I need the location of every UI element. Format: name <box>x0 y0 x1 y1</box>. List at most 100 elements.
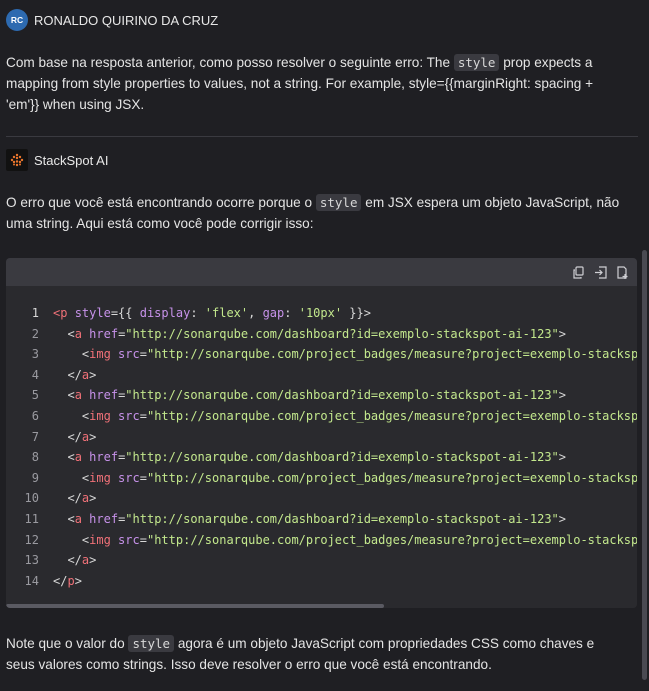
code-token: a <box>74 450 82 465</box>
code-token: > <box>89 553 97 568</box>
code-token: href <box>89 388 119 403</box>
user-message-text: Com base na resposta anterior, como poss… <box>6 55 454 70</box>
code-token: "http://sonarqube.com/project_badges/mea… <box>146 470 637 485</box>
code-token: href <box>89 326 119 341</box>
code-token: < <box>53 450 75 465</box>
code-token: = <box>139 408 147 423</box>
code-text: </a> <box>53 550 96 571</box>
code-token: </ <box>53 367 82 382</box>
code-token: > <box>558 388 567 403</box>
inline-code: style <box>128 635 175 652</box>
code-token: "http://sonarqube.com/dashboard?id=exemp… <box>125 326 559 341</box>
code-token: = <box>139 470 147 485</box>
code-token: a <box>74 388 82 403</box>
code-text: <img src="http://sonarqube.com/project_b… <box>53 468 637 489</box>
code-token: "http://sonarqube.com/dashboard?id=exemp… <box>125 450 559 465</box>
line-number: 14 <box>24 573 39 588</box>
code-token: src <box>118 408 140 423</box>
code-text: </p> <box>53 571 82 592</box>
code-token: p <box>67 573 75 588</box>
code-token: : <box>284 306 299 320</box>
code-token: "http://sonarqube.com/project_badges/mea… <box>146 347 637 362</box>
code-token: 'flex' <box>204 306 249 320</box>
code-text: <img src="http://sonarqube.com/project_b… <box>53 530 637 551</box>
code-text: <img src="http://sonarqube.com/project_b… <box>53 344 637 365</box>
code-text: <a href="http://sonarqube.com/dashboard?… <box>53 447 566 468</box>
code-text: </a> <box>53 365 96 386</box>
new-file-icon[interactable] <box>615 265 629 279</box>
code-token: gap <box>262 306 285 320</box>
code-line: 1 <p style={{ display: 'flex', gap: '10px… <box>6 303 637 324</box>
code-token: href <box>89 450 119 465</box>
assistant-message-header: StackSpot AI <box>6 149 108 171</box>
code-text: <p style={{ display: 'flex', gap: '10px'… <box>53 303 371 324</box>
avatar: RC <box>6 9 28 31</box>
code-token: img <box>89 532 111 547</box>
code-line: 9 <img src="http://sonarqube.com/project… <box>6 468 637 489</box>
code-token: </ <box>53 553 82 568</box>
code-token: = <box>139 347 147 362</box>
code-token: < <box>53 326 75 341</box>
code-line: 3 <img src="http://sonarqube.com/project… <box>6 344 637 365</box>
code-token: '10px' <box>298 306 343 320</box>
code-token: src <box>118 470 140 485</box>
code-token: < <box>53 347 90 362</box>
code-text: </a> <box>53 488 96 509</box>
code-token: img <box>89 347 111 362</box>
line-number: 8 <box>31 450 39 465</box>
code-token: = <box>139 532 147 547</box>
line-number: 7 <box>31 429 39 444</box>
insert-icon[interactable] <box>593 265 607 279</box>
code-text: <a href="http://sonarqube.com/dashboard?… <box>53 324 566 345</box>
code-content[interactable]: 1 <p style={{ display: 'flex', gap: '10px… <box>6 286 637 591</box>
line-number: 6 <box>31 408 39 423</box>
line-number: 2 <box>31 326 39 341</box>
code-token: < <box>53 511 75 526</box>
code-token: display <box>139 306 191 320</box>
code-line: 12 <img src="http://sonarqube.com/projec… <box>6 530 637 551</box>
page-scrollbar[interactable] <box>640 0 649 691</box>
code-token: "http://sonarqube.com/dashboard?id=exemp… <box>125 511 559 526</box>
code-line: 10 </a> <box>6 488 637 509</box>
code-token: src <box>118 347 140 362</box>
line-number: 1 <box>31 306 39 320</box>
code-line: 5 <a href="http://sonarqube.com/dashboar… <box>6 385 637 406</box>
code-token: < <box>53 388 75 403</box>
code-text: <a href="http://sonarqube.com/dashboard?… <box>53 385 566 406</box>
line-number: 5 <box>31 388 39 403</box>
line-number: 4 <box>31 367 39 382</box>
code-line: 8 <a href="http://sonarqube.com/dashboar… <box>6 447 637 468</box>
stackspot-logo-icon <box>6 149 28 171</box>
code-token: img <box>89 470 111 485</box>
code-line: 6 <img src="http://sonarqube.com/project… <box>6 406 637 427</box>
code-line: 14 </p> <box>6 571 637 592</box>
code-text: <img src="http://sonarqube.com/project_b… <box>53 406 637 427</box>
user-message: Com base na resposta anterior, como poss… <box>6 52 621 115</box>
line-number: 12 <box>24 532 39 547</box>
code-block: 1 <p style={{ display: 'flex', gap: '10px… <box>6 258 637 608</box>
assistant-intro: O erro que você está encontrando ocorre … <box>6 192 621 234</box>
code-token: "http://sonarqube.com/dashboard?id=exemp… <box>125 388 559 403</box>
code-token: </ <box>53 491 82 506</box>
code-horizontal-scrollbar[interactable] <box>6 603 637 608</box>
code-token: </ <box>53 429 82 444</box>
code-token: a <box>74 511 82 526</box>
code-line: 13 </a> <box>6 550 637 571</box>
copy-icon[interactable] <box>571 265 585 279</box>
code-token: "http://sonarqube.com/project_badges/mea… <box>146 532 637 547</box>
line-number: 3 <box>31 347 39 362</box>
code-horizontal-scrollbar-thumb[interactable] <box>6 604 384 608</box>
code-token: href <box>89 511 119 526</box>
code-token: > <box>558 511 567 526</box>
code-token: < <box>53 408 90 423</box>
page-scrollbar-thumb[interactable] <box>642 250 647 680</box>
code-token: < <box>53 470 90 485</box>
line-number: 10 <box>24 491 39 506</box>
inline-code: style <box>315 194 362 211</box>
user-message-header: RC RONALDO QUIRINO DA CRUZ <box>6 9 218 31</box>
line-number: 9 <box>31 470 39 485</box>
